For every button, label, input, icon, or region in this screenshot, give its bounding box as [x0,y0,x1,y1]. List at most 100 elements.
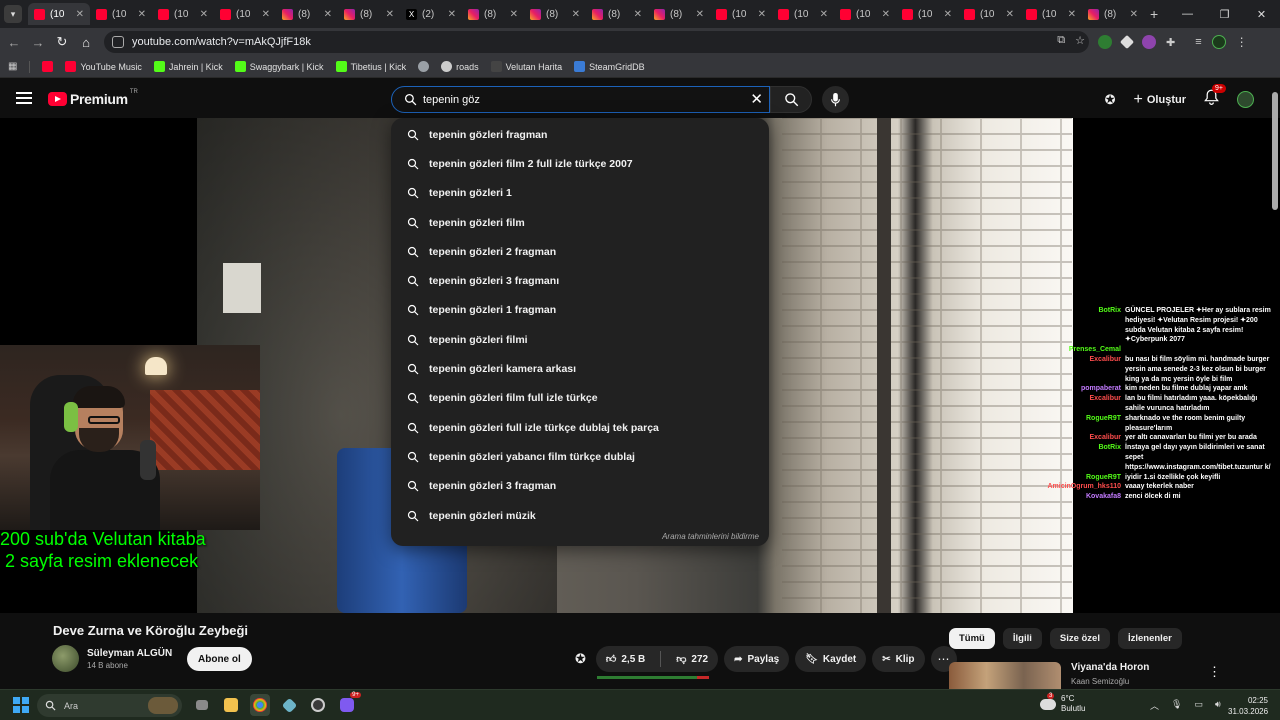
bookmark-item[interactable]: SteamGridDB [574,61,645,72]
install-app-icon[interactable]: ⧉ [1057,34,1065,47]
search-suggestion[interactable]: tepenin gözleri kamera arkası [391,354,769,383]
create-button[interactable]: + Oluştur [1134,91,1186,109]
browser-tab[interactable]: (10 ✕ [772,3,834,25]
browser-tab[interactable]: (8) ✕ [462,3,524,25]
search-suggestion[interactable]: tepenin gözleri 1 [391,179,769,208]
tab-close-icon[interactable]: ✕ [696,9,704,20]
tab-close-icon[interactable]: ✕ [262,9,270,20]
media-control-icon[interactable]: ≡ [1195,36,1201,48]
minimize-icon[interactable]: — [1169,0,1206,28]
tab-close-icon[interactable]: ✕ [1130,9,1138,20]
filter-chip[interactable]: Tümü [949,628,995,649]
steam-button[interactable] [308,694,328,716]
tray-overflow-icon[interactable]: ︿ [1150,699,1159,712]
discord-button[interactable]: 9+ [337,692,361,716]
tab-close-icon[interactable]: ✕ [882,9,890,20]
tab-close-icon[interactable]: ✕ [944,9,952,20]
close-window-icon[interactable]: ✕ [1243,0,1280,28]
browser-tab[interactable]: (10 ✕ [896,3,958,25]
site-info-icon[interactable] [112,36,124,48]
search-input[interactable] [423,93,733,106]
tab-close-icon[interactable]: ✕ [138,9,146,20]
search-suggestion[interactable]: tepenin gözleri 3 fragman [391,472,769,501]
bookmark-item[interactable] [418,61,430,72]
browser-tab[interactable]: (10 ✕ [958,3,1020,25]
extension-icon[interactable] [1142,35,1156,49]
app-button[interactable] [279,694,299,716]
browser-tab[interactable]: (10 ✕ [214,3,276,25]
premium-extension-icon[interactable]: ✪ [1105,92,1116,108]
page-scrollbar[interactable] [1272,92,1278,210]
search-suggestion[interactable]: tepenin gözleri film full izle türkçe [391,384,769,413]
home-icon[interactable]: ⌂ [74,35,98,50]
bookmark-item[interactable]: Velutan Harita [490,61,562,72]
bookmark-item[interactable]: roads [441,61,479,72]
premium-extension-icon[interactable]: ✪ [575,651,586,667]
tab-close-icon[interactable]: ✕ [76,9,84,20]
browser-tab[interactable]: (10 ✕ [152,3,214,25]
filter-chip[interactable]: Size özel [1049,628,1110,649]
search-button[interactable] [770,86,812,113]
tab-close-icon[interactable]: ✕ [200,9,208,20]
bookmark-star-icon[interactable]: ☆ [1075,34,1085,47]
search-suggestion[interactable]: tepenin gözleri full izle türkçe dublaj … [391,413,769,442]
recommended-title[interactable]: Viyana'da Horon [1071,662,1149,673]
profile-avatar[interactable] [1211,35,1226,49]
address-bar[interactable]: youtube.com/watch?v=mAkQJjfF18k ⧉ ☆ [104,31,1089,53]
bookmark-youtube-favicon[interactable] [42,61,54,72]
browser-tab[interactable]: (10 ✕ [1020,3,1082,25]
save-button[interactable]: 🔖︎ Kaydet [795,646,867,672]
browser-menu-icon[interactable]: ⋮ [1236,35,1248,49]
recommended-thumbnail[interactable] [949,662,1061,690]
youtube-logo[interactable]: Premium TR [48,89,138,107]
task-view-button[interactable] [192,694,212,716]
weather-widget[interactable]: 3 6°C Bulutlu [1040,692,1085,714]
volume-icon[interactable]: 🔊︎ [1215,699,1221,712]
tab-close-icon[interactable]: ✕ [758,9,766,20]
like-button[interactable]: 👍︎ 2,5 B [596,646,655,672]
tab-close-icon[interactable]: ✕ [1006,9,1014,20]
report-predictions-link[interactable]: Arama tahminlerini bildirme [662,532,759,541]
tab-close-icon[interactable]: ✕ [1068,9,1076,20]
tab-close-icon[interactable]: ✕ [386,9,394,20]
back-icon[interactable]: ← [2,35,26,50]
tab-close-icon[interactable]: ✕ [510,9,518,20]
browser-tab[interactable]: (10 ✕ [28,3,90,25]
browser-tab[interactable]: (8) ✕ [338,3,400,25]
new-tab-button[interactable]: + [1150,6,1158,22]
tab-close-icon[interactable]: ✕ [572,9,580,20]
start-button[interactable] [13,697,29,713]
search-suggestion[interactable]: tepenin gözleri yabancı film türkçe dubl… [391,442,769,471]
forward-icon[interactable]: → [26,35,50,50]
tab-close-icon[interactable]: ✕ [820,9,828,20]
search-suggestion[interactable]: tepenin gözleri 2 fragman [391,237,769,266]
tab-close-icon[interactable]: ✕ [634,9,642,20]
tab-close-icon[interactable]: ✕ [448,9,456,20]
bookmark-item[interactable]: Swaggybark | Kick [234,61,324,72]
chrome-button[interactable] [250,694,270,716]
search-suggestion[interactable]: tepenin gözleri 3 fragmanı [391,266,769,295]
bookmark-item[interactable]: YouTube Music [65,61,142,72]
search-suggestion[interactable]: tepenin gözleri film 2 full izle türkçe … [391,149,769,178]
extensions-puzzle-icon[interactable]: ✚ [1166,36,1175,49]
search-suggestion[interactable]: tepenin gözleri müzik [391,501,769,530]
bookmark-item[interactable]: Tibetius | Kick [335,61,406,72]
share-button[interactable]: ➦ Paylaş [724,646,790,672]
clip-button[interactable]: ✂ Klip [872,646,925,672]
filter-chip[interactable]: İzlenenler [1117,628,1182,649]
channel-name[interactable]: Süleyman ALGÜN [87,648,172,659]
recommended-menu-icon[interactable]: ⋮ [1208,664,1221,680]
dislike-button[interactable]: 👎︎ 272 [666,646,718,672]
network-icon[interactable]: ▭ [1194,699,1203,712]
channel-avatar[interactable] [52,645,79,672]
browser-tab[interactable]: (8) ✕ [524,3,586,25]
extension-icon[interactable] [1098,35,1112,49]
guide-menu-icon[interactable] [16,92,32,104]
filter-chip[interactable]: İlgili [1002,628,1042,649]
voice-search-button[interactable] [822,86,849,113]
tab-close-icon[interactable]: ✕ [324,9,332,20]
browser-tab[interactable]: (8) ✕ [1082,3,1144,25]
restore-icon[interactable]: ❐ [1206,0,1243,28]
browser-tab[interactable]: (8) ✕ [586,3,648,25]
file-explorer-button[interactable] [221,694,241,716]
